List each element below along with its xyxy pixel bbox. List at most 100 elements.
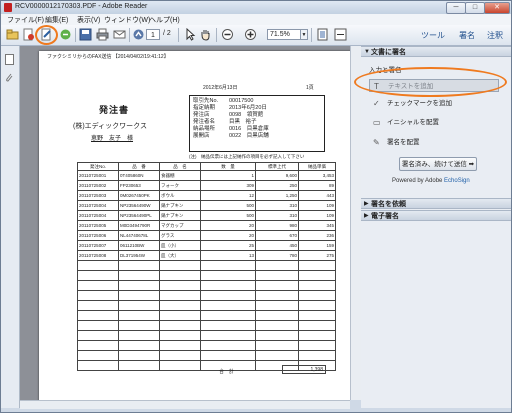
table-row: 20110725008 DL371954W 皿（大） 13 780 275 xyxy=(77,250,336,261)
place-signature-tool[interactable]: ✎ 署名を配置 xyxy=(369,136,499,149)
menu-edit[interactable]: 編集(E) xyxy=(45,15,68,25)
table-cell: NP23564490PL xyxy=(118,210,160,221)
document-title: 発注書 xyxy=(99,105,130,115)
sign-button-highlight xyxy=(35,25,58,45)
table-cell: 20 xyxy=(200,230,256,241)
table-cell xyxy=(118,320,160,331)
table-cell xyxy=(118,310,160,321)
zoom-out-icon[interactable] xyxy=(221,28,234,41)
zoom-level-input[interactable]: 71.5% xyxy=(267,29,301,40)
section-digital-signature[interactable]: ▶ 電子署名 xyxy=(361,210,511,221)
menu-file[interactable]: ファイル(F) xyxy=(7,15,44,25)
fit-page-icon[interactable] xyxy=(316,28,329,41)
table-cell xyxy=(118,280,160,291)
table-cell: 皿（大） xyxy=(159,250,201,261)
table-cell xyxy=(255,350,299,361)
table-cell xyxy=(159,260,201,271)
column-header: 品 番 xyxy=(118,162,160,171)
table-cell xyxy=(298,290,336,301)
create-pdf-icon[interactable] xyxy=(22,28,35,41)
table-cell xyxy=(298,330,336,341)
zoom-dropdown-icon[interactable]: ▼ xyxy=(300,29,308,40)
table-cell xyxy=(118,350,160,361)
sign-panel: ▼ 文書に署名 入力と署名 T テキストを追加 ✓ チェックマークを追加 ▭ イ… xyxy=(361,46,511,408)
table-cell xyxy=(77,290,119,301)
hand-tool-icon[interactable] xyxy=(199,28,212,41)
total-label: 合 計 xyxy=(219,369,235,375)
section-title: 文書に署名 xyxy=(371,49,406,56)
email-icon[interactable] xyxy=(113,28,126,41)
tab-comment[interactable]: 注釈 xyxy=(487,30,503,41)
echosign-link[interactable]: EchoSign xyxy=(444,178,470,184)
toolbar-separator xyxy=(311,28,312,42)
table-cell xyxy=(159,270,201,281)
document-view[interactable]: ファクシミリからのFAX送信 【2014/04/02/19:41:12】 201… xyxy=(20,46,350,400)
zoom-in-icon[interactable] xyxy=(244,28,257,41)
menu-help[interactable]: ヘルプ(H) xyxy=(149,15,180,25)
place-initials-tool[interactable]: ▭ イニシャルを配置 xyxy=(369,116,499,129)
column-header: 発注No. xyxy=(77,162,119,171)
table-cell: 0611210BW xyxy=(118,240,160,251)
order-note: (注) 納品伝票には上記納作の項目を必ず記入して下さい xyxy=(189,154,305,159)
table-cell: 20110725003 xyxy=(77,190,119,201)
select-cursor-icon[interactable] xyxy=(183,28,196,41)
table-cell: 89 xyxy=(298,180,336,191)
menu-window[interactable]: ウィンドウ(W) xyxy=(104,15,150,25)
table-cell: 25 xyxy=(200,240,256,251)
table-row: 20110725004 NP23564490W 鍋ナプキン 500 310 109 xyxy=(77,200,336,211)
table-row xyxy=(77,330,336,341)
vertical-scrollbar[interactable] xyxy=(350,46,361,400)
table-cell xyxy=(159,300,201,311)
table-cell xyxy=(118,270,160,281)
table-cell: 250 xyxy=(255,180,299,191)
previous-page-icon[interactable] xyxy=(132,28,145,41)
pdf-page: ファクシミリからのFAX送信 【2014/04/02/19:41:12】 201… xyxy=(39,51,350,400)
table-cell xyxy=(77,310,119,321)
toolbar-separator xyxy=(129,28,130,42)
table-cell: FP230653 xyxy=(118,180,160,191)
horizontal-scrollbar[interactable] xyxy=(20,400,350,409)
app-window: RCV0000012170303.PDF - Adobe Reader ─ □ … xyxy=(0,0,512,413)
adobe-reader-icon xyxy=(4,3,12,12)
info-row: 発注者名 目黒 裕子 xyxy=(193,119,257,125)
info-row: 取引先No. 00017500 xyxy=(193,98,254,104)
maximize-button[interactable]: □ xyxy=(465,2,485,14)
open-icon[interactable] xyxy=(6,28,19,41)
table-cell xyxy=(159,330,201,341)
table-cell xyxy=(255,310,299,321)
table-row: 20110725001 0T405860N 食器棚 1 9,600 3,453 xyxy=(77,170,336,181)
table-cell xyxy=(200,340,256,351)
table-cell xyxy=(298,310,336,321)
page-number-input[interactable]: 1 xyxy=(146,29,160,40)
tab-sign[interactable]: 署名 xyxy=(459,30,475,41)
table-cell: 670 xyxy=(255,230,299,241)
table-cell xyxy=(77,360,119,371)
total-value: 1,398 xyxy=(282,365,326,374)
close-button[interactable]: ✕ xyxy=(484,2,510,14)
fit-width-icon[interactable] xyxy=(334,28,347,41)
table-row: 20110725002 FP230653 フォーク 309 250 89 xyxy=(77,180,336,191)
pages-panel-icon[interactable] xyxy=(5,54,14,65)
add-checkmark-tool[interactable]: ✓ チェックマークを追加 xyxy=(369,97,499,110)
minimize-button[interactable]: ─ xyxy=(446,2,466,14)
table-cell: 1,250 xyxy=(255,190,299,201)
menu-view[interactable]: 表示(V) xyxy=(77,15,100,25)
print-icon[interactable] xyxy=(96,28,109,41)
table-cell: 皿（小） xyxy=(159,240,201,251)
table-cell xyxy=(118,260,160,271)
table-cell xyxy=(255,320,299,331)
save-icon[interactable] xyxy=(79,28,92,41)
tab-tools[interactable]: ツール xyxy=(421,30,445,41)
section-request-signature[interactable]: ▶ 署名を依頼 xyxy=(361,198,511,209)
table-cell: 9,600 xyxy=(255,170,299,181)
signed-continue-send-button[interactable]: 署名済み、続けて送信 ➡ xyxy=(399,157,477,171)
table-row xyxy=(77,320,336,331)
table-row: 20110725004 NP23564490PL 鍋ナプキン 500 310 109 xyxy=(77,210,336,221)
share-icon[interactable] xyxy=(59,28,72,41)
section-sign-document[interactable]: ▼ 文書に署名 xyxy=(361,46,511,57)
table-row xyxy=(77,280,336,291)
table-cell xyxy=(255,260,299,271)
navigation-pane xyxy=(1,46,20,408)
attachments-icon[interactable] xyxy=(5,72,14,83)
table-cell: M0D3494790R xyxy=(118,220,160,231)
